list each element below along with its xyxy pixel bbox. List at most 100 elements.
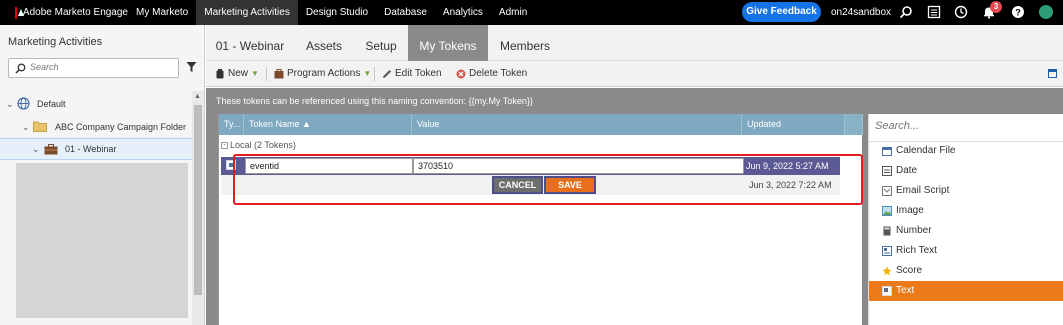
cancel-button[interactable]: CANCEL <box>492 176 543 194</box>
tree-search-input[interactable] <box>30 62 170 72</box>
adobe-logo-icon <box>15 6 24 19</box>
help-icon[interactable]: ? <box>1011 5 1025 19</box>
briefcase-icon <box>44 144 58 155</box>
calendar-grid-icon[interactable] <box>927 5 941 19</box>
collapse-icon[interactable]: - <box>221 142 228 150</box>
account-name[interactable]: on24sandbox <box>831 0 891 25</box>
tab-setup[interactable]: Setup <box>354 25 408 61</box>
tokens-grid: Ty... Token Name ▲ Value Updated - Local … <box>218 114 863 325</box>
edit-token-button[interactable]: Edit Token <box>382 61 442 87</box>
save-button[interactable]: SAVE <box>544 176 596 194</box>
scroll-up-icon[interactable]: ▲ <box>194 93 201 100</box>
new-icon <box>216 69 224 79</box>
globe-icon <box>17 97 30 110</box>
nav-design-studio[interactable]: Design Studio <box>298 0 376 25</box>
palette-item-label: Calendar File <box>896 145 956 156</box>
column-header-updated[interactable]: Updated <box>742 114 845 135</box>
palette-item-image[interactable]: Image <box>869 201 1063 221</box>
palette-item-label: Date <box>896 165 918 176</box>
nav-admin[interactable]: Admin <box>491 0 535 25</box>
clock-icon[interactable] <box>954 5 968 19</box>
palette-item-score[interactable]: Score <box>869 261 1063 281</box>
tab-assets[interactable]: Assets <box>294 25 354 61</box>
nav-my-marketo[interactable]: My Marketo <box>128 0 196 25</box>
edit-token-label: Edit Token <box>395 68 442 79</box>
tree-item-default[interactable]: ⌄ Default <box>0 93 192 115</box>
top-navigation-bar: Adobe Marketo Engage My Marketo Marketin… <box>0 0 1063 25</box>
new-button[interactable]: New ▼ <box>216 61 259 87</box>
token-group-local[interactable]: - Local (2 Tokens) <box>219 137 296 153</box>
palette-item-label: Image <box>896 205 924 216</box>
palette-item-label: Score <box>896 265 923 276</box>
tree-item-label: 01 - Webinar <box>65 144 117 154</box>
search-icon[interactable] <box>899 5 913 19</box>
program-actions-button[interactable]: Program Actions ▼ <box>274 61 371 87</box>
nav-marketing-activities[interactable]: Marketing Activities <box>196 0 298 25</box>
brand-name: Adobe Marketo Engage <box>22 7 128 18</box>
program-actions-icon <box>274 69 284 79</box>
token-value-input[interactable] <box>413 158 744 174</box>
calendar-icon <box>882 147 892 156</box>
token-name-input[interactable] <box>245 158 413 174</box>
delete-token-button[interactable]: Delete Token <box>456 61 527 87</box>
tab-members[interactable]: Members <box>488 25 562 61</box>
svg-text:?: ? <box>1015 8 1021 18</box>
text-token-icon <box>226 160 236 170</box>
group-label: Local (2 Tokens) <box>230 140 296 150</box>
rich-text-icon <box>882 246 892 256</box>
palette-item-number[interactable]: Number <box>869 221 1063 241</box>
tokens-grid-area: Ty... Token Name ▲ Value Updated - Local … <box>206 114 868 325</box>
tree-item-label: Default <box>37 99 66 109</box>
palette-item-text[interactable]: Text <box>869 281 1063 301</box>
palette-item-date[interactable]: Date <box>869 161 1063 181</box>
palette-search-box[interactable] <box>869 114 1063 142</box>
dropdown-arrow-icon: ▼ <box>251 69 259 78</box>
table-row[interactable]: Jun 9, 2022 5:27 AM <box>221 157 840 175</box>
delete-icon <box>456 69 466 79</box>
dropdown-arrow-icon: ▼ <box>363 69 372 78</box>
column-header-token-name[interactable]: Token Name ▲ <box>244 114 412 135</box>
toolbar-divider <box>266 67 267 81</box>
nav-analytics[interactable]: Analytics <box>435 0 491 25</box>
tree-placeholder-area <box>16 163 188 318</box>
palette-item-label: Email Script <box>896 185 950 196</box>
palette-item-label: Rich Text <box>896 245 937 256</box>
token-updated: Jun 3, 2022 7:22 AM <box>749 180 832 190</box>
program-actions-label: Program Actions <box>287 68 361 79</box>
grid-header: Ty... Token Name ▲ Value Updated <box>219 114 863 135</box>
marketing-activities-tree-panel: Marketing Activities ⌄ Default ⌄ ABC Com… <box>0 25 205 325</box>
program-tab-bar: 01 - Webinar Assets Setup My Tokens Memb… <box>206 25 1063 61</box>
column-header-type[interactable]: Ty... <box>219 114 244 135</box>
brand-logo[interactable]: Adobe Marketo Engage <box>0 6 128 19</box>
nav-database[interactable]: Database <box>376 0 435 25</box>
tree-search-box[interactable] <box>8 58 179 78</box>
palette-search-input[interactable] <box>875 120 1055 132</box>
tab-01-webinar[interactable]: 01 - Webinar <box>206 25 294 61</box>
palette-item-calendar-file[interactable]: Calendar File <box>869 141 1063 161</box>
tree-scrollbar[interactable]: ▲ <box>192 91 204 325</box>
toolbar-divider <box>374 67 375 81</box>
palette-item-email-script[interactable]: Email Script <box>869 181 1063 201</box>
palette-item-rich-text[interactable]: Rich Text <box>869 241 1063 261</box>
tree-item-01-webinar[interactable]: ⌄ 01 - Webinar <box>0 138 192 160</box>
tree-item-abc-company-campaign-folder[interactable]: ⌄ ABC Company Campaign Folder <box>0 116 192 138</box>
new-label: New <box>228 68 249 79</box>
maximize-icon[interactable] <box>1048 69 1057 78</box>
tab-my-tokens[interactable]: My Tokens <box>408 25 488 61</box>
user-avatar[interactable] <box>1039 5 1053 19</box>
give-feedback-button[interactable]: Give Feedback <box>742 2 821 22</box>
number-icon <box>883 226 891 236</box>
column-header-value[interactable]: Value <box>412 114 742 135</box>
chevron-down-icon[interactable]: ⌄ <box>22 122 30 133</box>
email-script-icon <box>882 186 892 196</box>
star-icon <box>882 266 892 276</box>
tree-item-label: ABC Company Campaign Folder <box>55 122 187 132</box>
filter-icon[interactable] <box>186 61 197 73</box>
token-type-palette: Calendar File Date Email Script Image Nu… <box>868 114 1063 325</box>
palette-item-label: Number <box>896 225 932 236</box>
token-updated: Jun 9, 2022 5:27 AM <box>746 161 829 171</box>
scrollbar-thumb[interactable] <box>194 105 202 295</box>
chevron-down-icon[interactable]: ⌄ <box>32 144 40 155</box>
chevron-down-icon[interactable]: ⌄ <box>6 99 14 110</box>
notification-badge: 3 <box>990 1 1002 13</box>
